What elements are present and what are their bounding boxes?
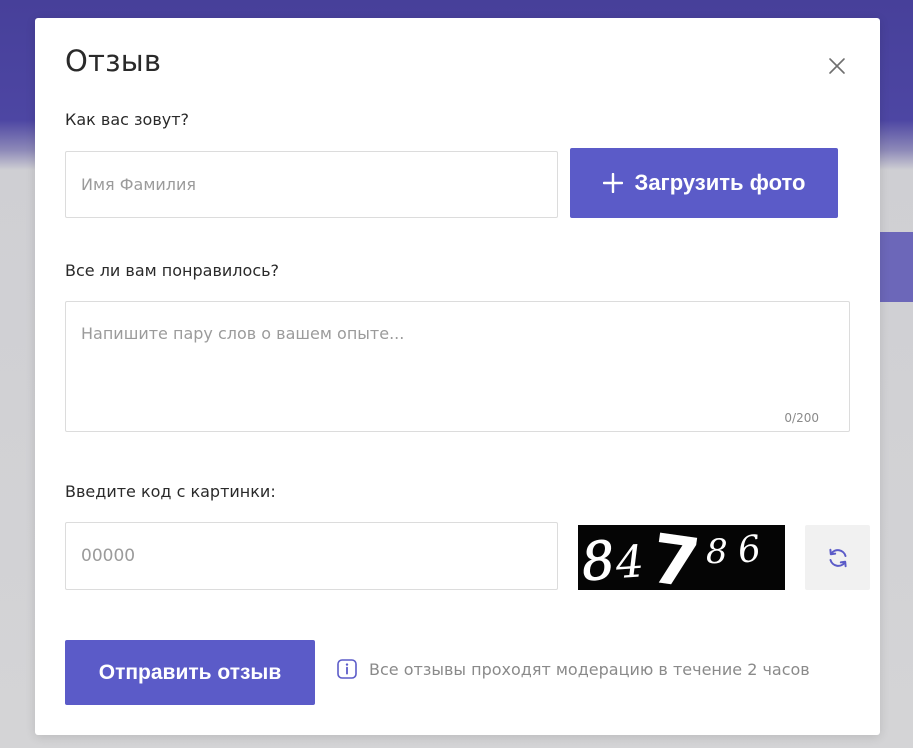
captcha-glyph-5: 6 <box>735 528 763 572</box>
captcha-input[interactable] <box>65 522 558 590</box>
close-icon <box>829 58 845 74</box>
review-textarea-wrapper: 0/200 <box>65 301 850 432</box>
plus-icon <box>602 173 623 193</box>
captcha-glyph-3: 7 <box>646 525 704 590</box>
captcha-glyph-1: 8 <box>579 530 618 590</box>
name-input[interactable] <box>65 151 558 218</box>
refresh-captcha-button[interactable] <box>805 525 870 590</box>
refresh-icon <box>828 548 847 567</box>
captcha-label: Введите код с картинки: <box>65 482 276 501</box>
captcha-image: 8 4 7 8 6 <box>578 525 785 590</box>
dialog-title: Отзыв <box>65 44 162 78</box>
close-button[interactable] <box>825 54 849 78</box>
name-label: Как вас зовут? <box>65 110 190 129</box>
captcha-glyph-2: 4 <box>613 536 645 589</box>
captcha-picture: 8 4 7 8 6 <box>578 525 763 590</box>
captcha-glyph-4: 8 <box>706 532 728 572</box>
review-label: Все ли вам понравилось? <box>65 261 280 280</box>
submit-review-button[interactable]: Отправить отзыв <box>65 640 315 705</box>
review-dialog: Отзыв Как вас зовут? Загрузить фото Все … <box>35 18 880 735</box>
moderation-note: Все отзывы проходят модерацию в течение … <box>337 659 810 679</box>
review-textarea[interactable] <box>66 302 849 431</box>
info-icon <box>337 659 357 679</box>
character-counter: 0/200 <box>784 411 819 425</box>
moderation-note-text: Все отзывы проходят модерацию в течение … <box>369 659 810 679</box>
upload-photo-label: Загрузить фото <box>634 170 806 195</box>
upload-photo-button[interactable]: Загрузить фото <box>570 148 838 218</box>
